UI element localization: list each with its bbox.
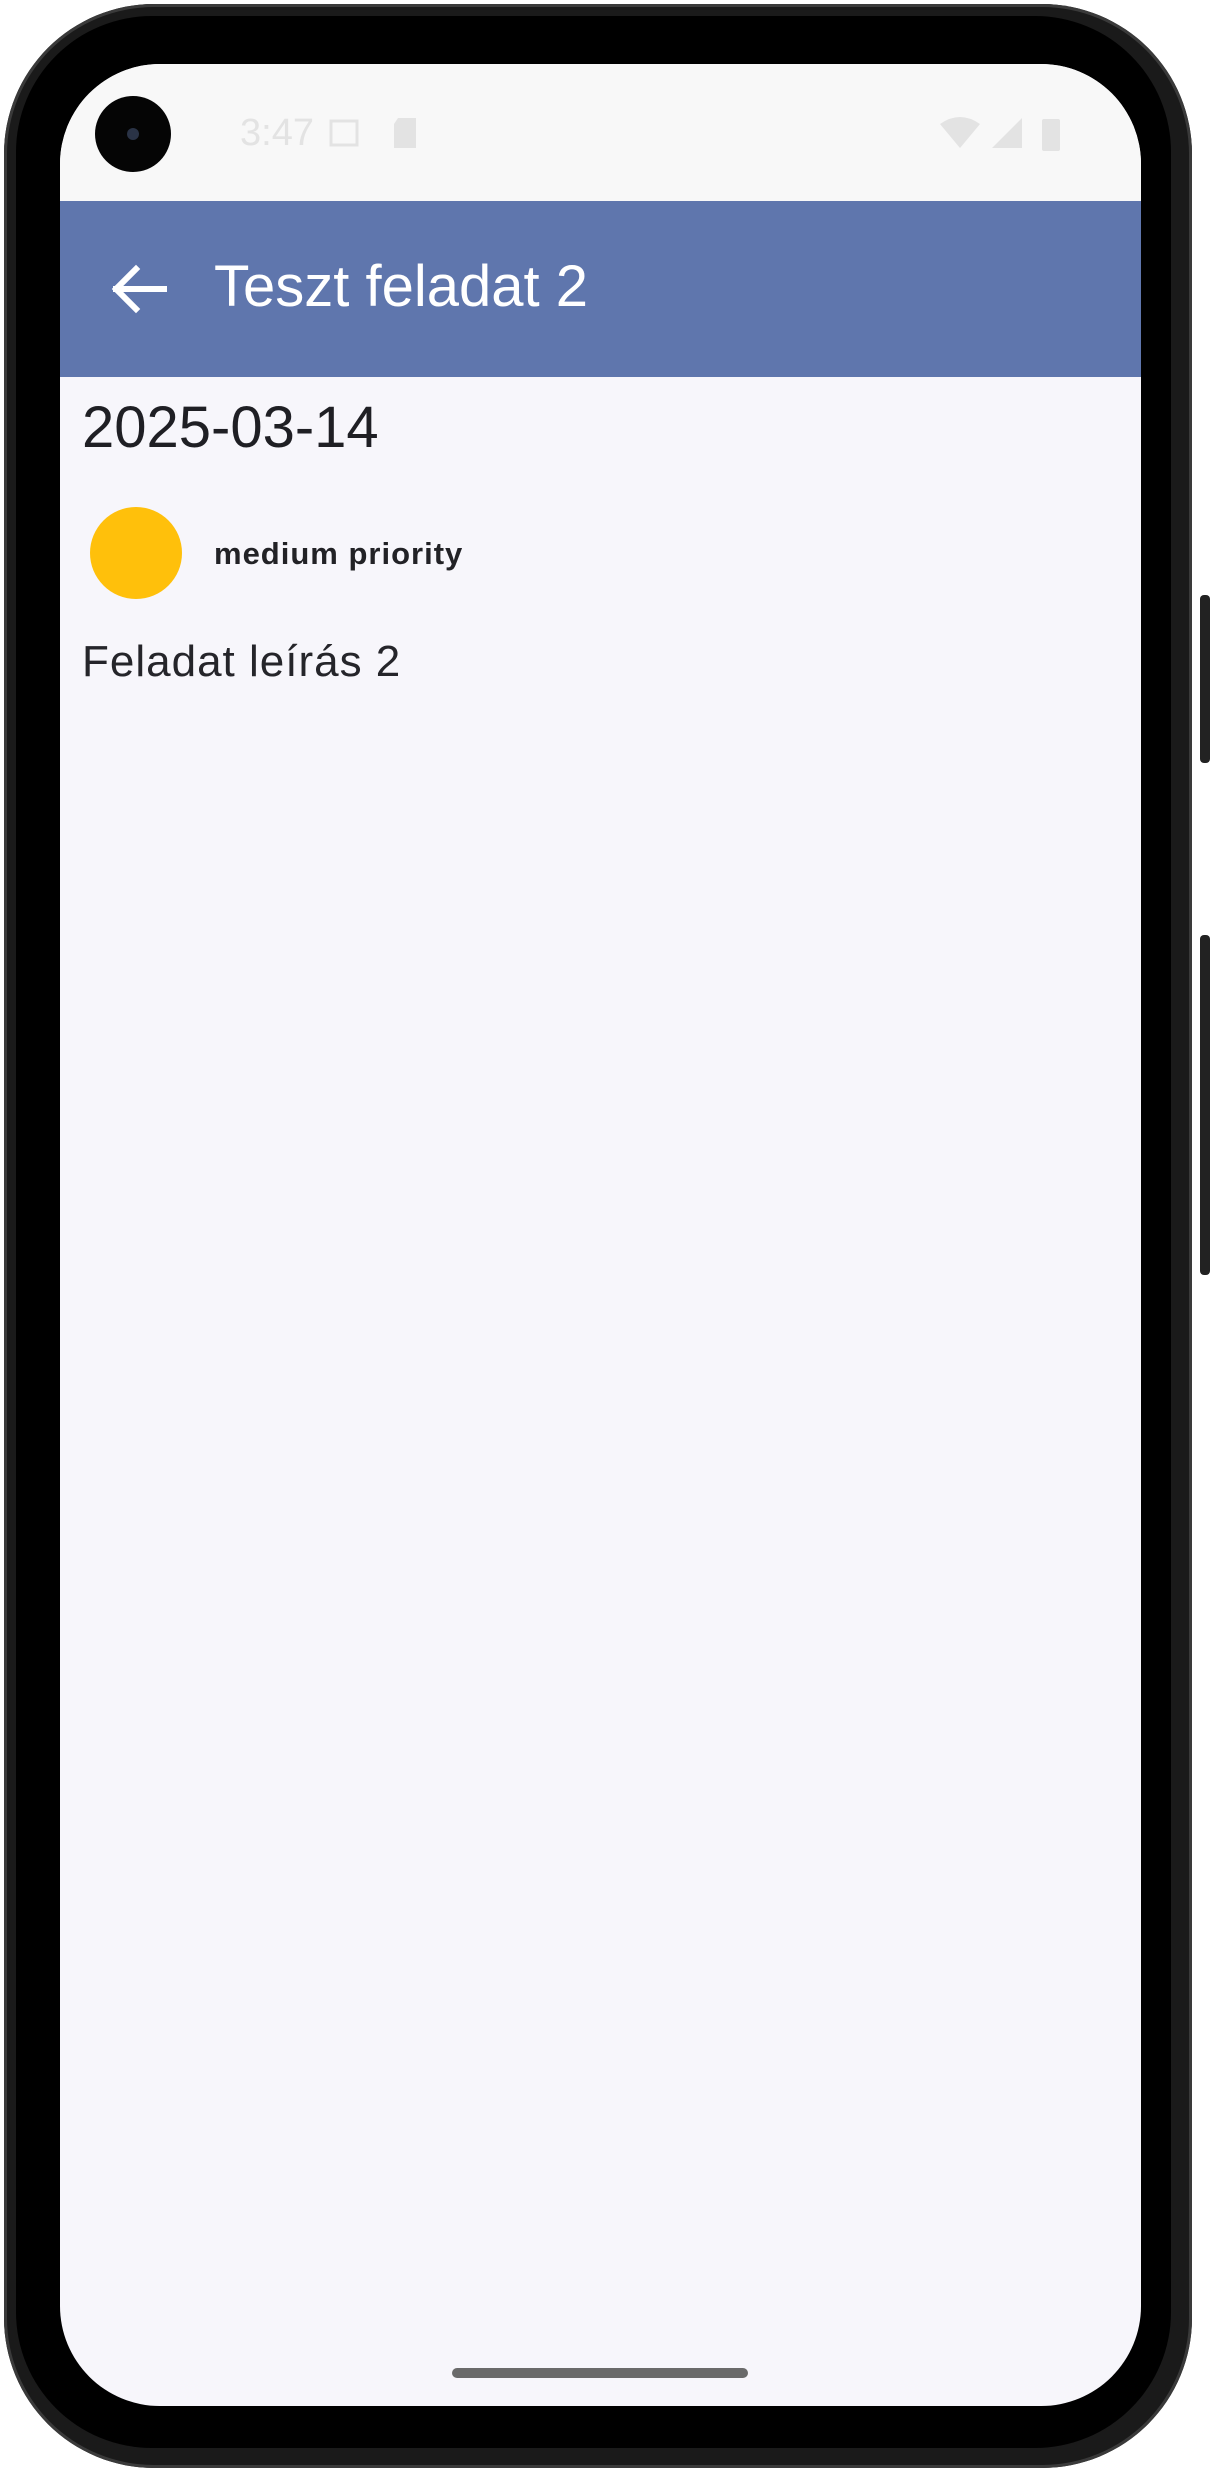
back-button[interactable] [100,251,176,327]
camera-lens [127,128,139,140]
notification-icon [328,116,362,158]
phone-device: 3:47 Teszt feladat 2 2025-03-14 medium p… [0,0,1211,2474]
priority-label: medium priority [214,536,464,571]
screen: 3:47 Teszt feladat 2 2025-03-14 medium p… [60,64,1141,2406]
home-indicator[interactable] [452,2368,748,2378]
status-time: 3:47 [240,112,314,154]
volume-button [1200,935,1210,1275]
task-description: Feladat leírás 2 [82,637,402,686]
task-date: 2025-03-14 [82,395,379,460]
power-button [1200,595,1210,763]
arrow-back-icon [111,264,167,314]
front-camera [95,96,171,172]
status-bar: 3:47 [60,64,1141,201]
priority-indicator [90,507,182,599]
app-bar: Teszt feladat 2 [60,201,1141,377]
page-title: Teszt feladat 2 [214,254,588,319]
sd-card-icon [390,116,420,158]
signal-icon [990,116,1024,158]
wifi-icon [940,116,980,158]
battery-icon [1040,116,1062,160]
